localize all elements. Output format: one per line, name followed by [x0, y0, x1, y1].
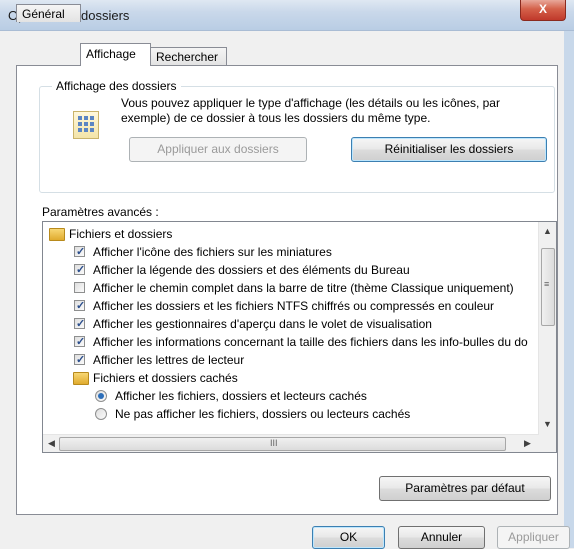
- list-item-label: Afficher la légende des dossiers et des …: [93, 263, 410, 277]
- list-item-label: Afficher les informations concernant la …: [93, 335, 528, 349]
- scroll-corner: [539, 435, 556, 452]
- check-icon: ✓: [76, 246, 86, 258]
- vertical-scrollbar[interactable]: ▲ ≡ ▼: [538, 222, 556, 435]
- tab-general[interactable]: Général: [16, 4, 81, 22]
- cancel-button[interactable]: Annuler: [398, 526, 485, 549]
- apply-button[interactable]: Appliquer: [497, 526, 570, 549]
- list-item-label: Afficher les lettres de lecteur: [93, 353, 245, 367]
- close-button[interactable]: X: [520, 0, 566, 21]
- list-item-label: Afficher le chemin complet dans la barre…: [93, 281, 514, 295]
- check-icon: ✓: [76, 354, 86, 366]
- folder-view-icon: [73, 111, 99, 139]
- checkbox[interactable]: ✓: [74, 354, 85, 366]
- vertical-scroll-thumb[interactable]: ≡: [541, 248, 555, 326]
- list-item-label: Ne pas afficher les fichiers, dossiers o…: [115, 407, 411, 421]
- apply-to-folders-button[interactable]: Appliquer aux dossiers: [129, 137, 307, 162]
- check-icon: ✓: [76, 264, 86, 276]
- folder-view-group-title: Affichage des dossiers: [52, 79, 181, 93]
- restore-defaults-button[interactable]: Paramètres par défaut: [379, 476, 551, 501]
- title-bar[interactable]: Options des dossiers X: [0, 0, 574, 31]
- advanced-settings-list[interactable]: Fichiers et dossiers ✓ Afficher l'icône …: [42, 221, 557, 453]
- checkbox[interactable]: ✓: [74, 300, 85, 312]
- radio-button[interactable]: [95, 408, 107, 420]
- list-item-label: Afficher les fichiers, dossiers et lecte…: [115, 389, 367, 403]
- grip-icon: ≡: [544, 279, 550, 289]
- reset-folders-button[interactable]: Réinitialiser les dossiers: [351, 137, 547, 162]
- grip-icon: III: [270, 438, 278, 448]
- advanced-settings-label: Paramètres avancés :: [42, 205, 159, 219]
- check-icon: ✓: [76, 300, 86, 312]
- list-item-label: Afficher l'icône des fichiers sur les mi…: [93, 245, 332, 259]
- scroll-right-icon[interactable]: ▶: [524, 438, 531, 449]
- checkbox[interactable]: ✓: [74, 246, 85, 258]
- radio-button[interactable]: [95, 390, 107, 402]
- list-item-label: Afficher les dossiers et les fichiers NT…: [93, 299, 495, 313]
- checkbox[interactable]: ✓: [74, 318, 85, 330]
- tab-rechercher[interactable]: Rechercher: [150, 47, 227, 65]
- scroll-left-icon[interactable]: ◀: [48, 438, 55, 449]
- checkbox[interactable]: [74, 282, 85, 293]
- folder-icon: [73, 372, 89, 385]
- checkbox[interactable]: ✓: [74, 336, 85, 348]
- ok-button[interactable]: OK: [312, 526, 385, 549]
- list-item-label: Fichiers et dossiers: [69, 227, 173, 241]
- scroll-down-icon[interactable]: ▼: [543, 419, 552, 429]
- check-icon: ✓: [76, 318, 86, 330]
- folder-icon: [49, 228, 65, 241]
- folder-view-description: Vous pouvez appliquer le type d'affichag…: [121, 96, 500, 125]
- window-frame-right: [564, 31, 574, 548]
- list-item-label: Fichiers et dossiers cachés: [93, 371, 238, 385]
- horizontal-scroll-thumb[interactable]: III: [59, 437, 506, 451]
- close-icon: X: [538, 2, 547, 16]
- horizontal-scrollbar[interactable]: ◀ III ▶: [43, 434, 539, 452]
- list-item-label: Afficher les gestionnaires d'aperçu dans…: [93, 317, 432, 331]
- checkbox[interactable]: ✓: [74, 264, 85, 276]
- check-icon: ✓: [76, 336, 86, 348]
- tab-affichage[interactable]: Affichage: [80, 43, 151, 66]
- radio-selected-icon: [98, 393, 104, 399]
- scroll-up-icon[interactable]: ▲: [543, 226, 552, 236]
